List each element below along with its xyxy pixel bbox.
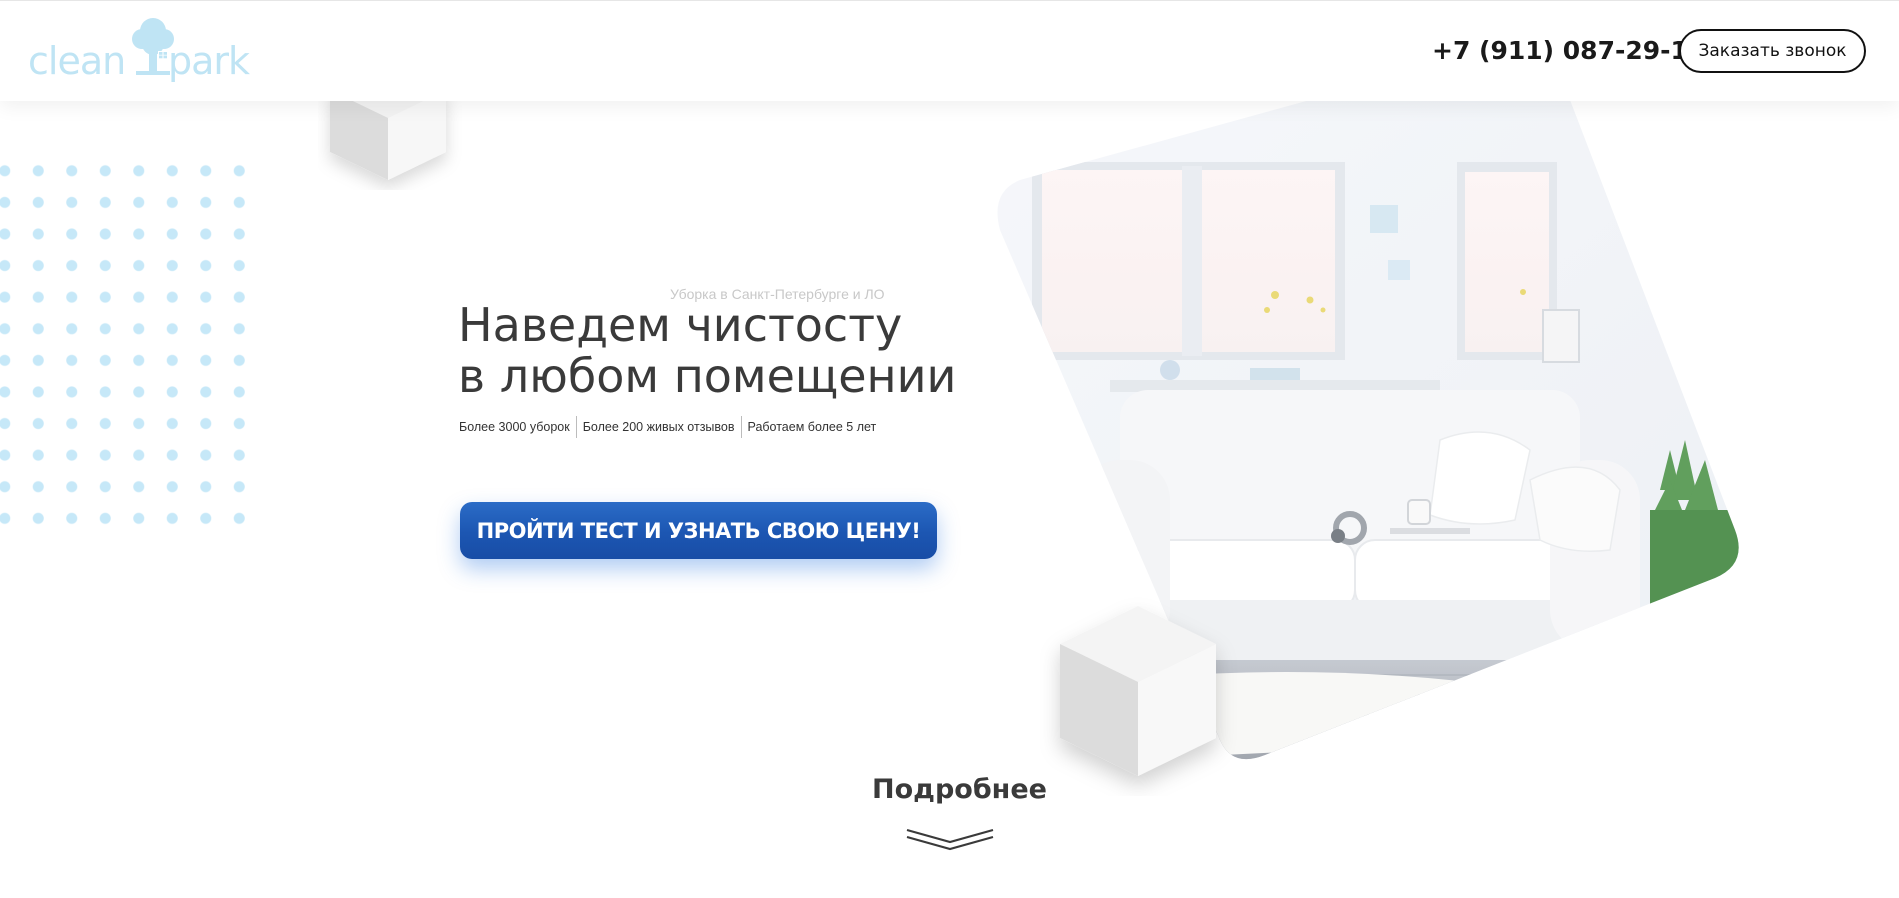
stat-cleanings: Более 3000 уборок — [459, 420, 570, 434]
logo-text-clean: clean — [28, 39, 126, 83]
order-call-button[interactable]: Заказать звонок — [1679, 29, 1866, 73]
take-test-button[interactable]: ПРОЙТИ ТЕСТ И УЗНАТЬ СВОЮ ЦЕНУ! — [460, 502, 937, 559]
phone-number[interactable]: +7 (911) 087-29-15 — [1432, 36, 1705, 65]
landing-page: clean park +7 (911) 087-29-15 Заказать з… — [0, 0, 1899, 898]
dot-grid-decoration — [0, 155, 250, 525]
headline-line-2: в любом помещении — [458, 349, 957, 403]
stat-years: Работаем более 5 лет — [747, 420, 877, 434]
double-chevron-down-icon[interactable] — [905, 826, 995, 852]
hero-stats: Более 3000 уборок Более 200 живых отзыво… — [459, 416, 882, 438]
hero-headline: Наведем чистосту в любом помещении — [458, 300, 956, 402]
stat-reviews: Более 200 живых отзывов — [582, 420, 735, 434]
cube-decoration-bottom — [1060, 606, 1216, 776]
headline-line-1: Наведем чистосту — [458, 298, 903, 352]
more-link[interactable]: Подробнее — [872, 774, 1047, 805]
logo[interactable]: clean park — [28, 15, 258, 85]
logo-text-park: park — [168, 39, 250, 83]
site-header: clean park +7 (911) 087-29-15 Заказать з… — [0, 0, 1899, 101]
